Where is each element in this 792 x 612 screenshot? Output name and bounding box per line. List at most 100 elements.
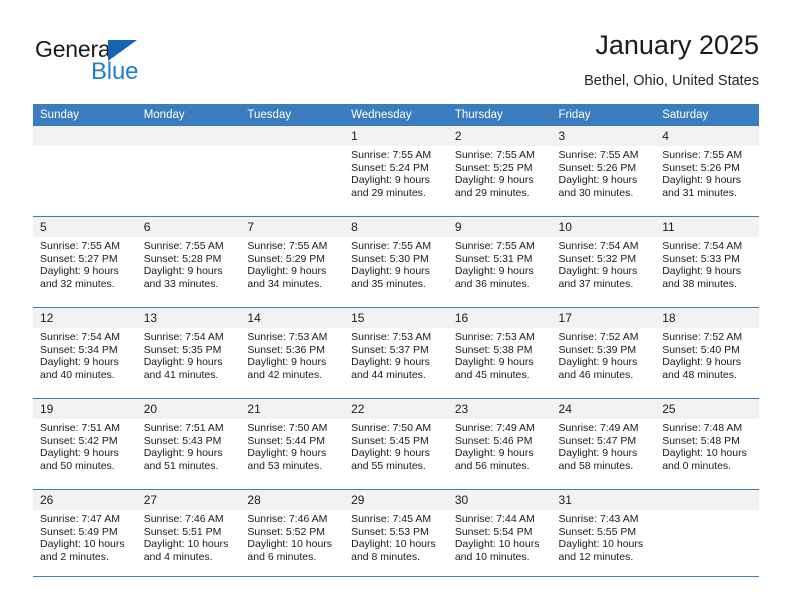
sunrise-text: Sunrise: 7:43 AM bbox=[558, 513, 639, 525]
day-sun-info: Sunrise: 7:53 AM Sunset: 5:37 PM Daylight:… bbox=[344, 328, 448, 381]
daylight-text: Daylight: 9 hours and 38 minutes. bbox=[662, 265, 742, 290]
sunrise-text: Sunrise: 7:55 AM bbox=[40, 240, 120, 252]
calendar-day-cell[interactable]: 2 Sunrise: 7:55 AM Sunset: 5:25 PM Daylight… bbox=[447, 126, 552, 217]
calendar-day-cell[interactable]: 24 Sunrise: 7:49 AM Sunset: 5:47 PM Dayligh… bbox=[551, 398, 656, 490]
calendar-day-cell[interactable]: 15 Sunrise: 7:53 AM Sunset: 5:37 PM Dayligh… bbox=[344, 307, 448, 399]
day-number: 26 bbox=[33, 490, 137, 510]
calendar-cell-inner: 12 Sunrise: 7:54 AM Sunset: 5:34 PM Dayligh… bbox=[33, 308, 137, 398]
weekday-header-tuesday: Tuesday bbox=[240, 104, 345, 126]
sunset-text: Sunset: 5:43 PM bbox=[143, 434, 222, 447]
daylight-text: Daylight: 9 hours and 48 minutes. bbox=[662, 356, 742, 381]
daylight-text: Daylight: 9 hours and 58 minutes. bbox=[558, 447, 638, 472]
calendar-cell-inner: 30 Sunrise: 7:44 AM Sunset: 5:54 PM Dayligh… bbox=[447, 490, 552, 580]
calendar-day-cell[interactable]: 10 Sunrise: 7:54 AM Sunset: 5:32 PM Dayligh… bbox=[551, 216, 656, 308]
calendar-day-cell[interactable]: 3 Sunrise: 7:55 AM Sunset: 5:26 PM Daylight… bbox=[551, 126, 656, 217]
day-number: 27 bbox=[136, 490, 241, 510]
calendar-day-cell[interactable]: 19 Sunrise: 7:51 AM Sunset: 5:42 PM Dayligh… bbox=[33, 398, 137, 490]
calendar-cell-inner: 1 Sunrise: 7:55 AM Sunset: 5:24 PM Daylight… bbox=[344, 126, 448, 216]
day-number: 2 bbox=[447, 126, 552, 146]
sunrise-text: Sunrise: 7:46 AM bbox=[143, 513, 224, 525]
day-number: 28 bbox=[240, 490, 345, 510]
calendar-cell-empty bbox=[240, 126, 345, 217]
day-number: 21 bbox=[240, 399, 345, 419]
sunset-text: Sunset: 5:32 PM bbox=[558, 252, 637, 265]
calendar-bottom-border bbox=[33, 576, 759, 577]
day-number-placeholder bbox=[240, 126, 345, 146]
calendar-day-cell[interactable]: 1 Sunrise: 7:55 AM Sunset: 5:24 PM Daylight… bbox=[344, 126, 448, 217]
sunset-text: Sunset: 5:29 PM bbox=[247, 252, 326, 265]
day-sun-info: Sunrise: 7:55 AM Sunset: 5:31 PM Daylight:… bbox=[448, 237, 552, 290]
calendar-day-cell[interactable]: 18 Sunrise: 7:52 AM Sunset: 5:40 PM Dayligh… bbox=[655, 307, 759, 399]
sunrise-text: Sunrise: 7:55 AM bbox=[558, 149, 639, 161]
sunset-text: Sunset: 5:31 PM bbox=[454, 252, 533, 265]
sunrise-text: Sunrise: 7:55 AM bbox=[143, 240, 224, 252]
calendar-day-cell[interactable]: 14 Sunrise: 7:53 AM Sunset: 5:36 PM Dayligh… bbox=[240, 307, 345, 399]
calendar-day-cell[interactable]: 8 Sunrise: 7:55 AM Sunset: 5:30 PM Daylight… bbox=[344, 216, 448, 308]
calendar-day-cell[interactable]: 25 Sunrise: 7:48 AM Sunset: 5:48 PM Dayligh… bbox=[655, 398, 759, 490]
calendar-cell-inner: 8 Sunrise: 7:55 AM Sunset: 5:30 PM Daylight… bbox=[344, 217, 448, 307]
day-sun-info: Sunrise: 7:46 AM Sunset: 5:51 PM Daylight:… bbox=[137, 510, 241, 563]
calendar-day-cell[interactable]: 11 Sunrise: 7:54 AM Sunset: 5:33 PM Dayligh… bbox=[655, 216, 759, 308]
calendar-day-cell[interactable]: 4 Sunrise: 7:55 AM Sunset: 5:26 PM Daylight… bbox=[655, 126, 759, 217]
day-number: 15 bbox=[344, 308, 448, 328]
calendar-day-cell[interactable]: 12 Sunrise: 7:54 AM Sunset: 5:34 PM Dayligh… bbox=[33, 307, 137, 399]
calendar-cell-inner: 24 Sunrise: 7:49 AM Sunset: 5:47 PM Dayligh… bbox=[551, 399, 656, 489]
calendar-day-cell[interactable]: 9 Sunrise: 7:55 AM Sunset: 5:31 PM Daylight… bbox=[447, 216, 552, 308]
calendar-day-cell[interactable]: 13 Sunrise: 7:54 AM Sunset: 5:35 PM Dayligh… bbox=[136, 307, 241, 399]
calendar-day-cell[interactable]: 16 Sunrise: 7:53 AM Sunset: 5:38 PM Dayligh… bbox=[447, 307, 552, 399]
sunset-text: Sunset: 5:55 PM bbox=[558, 525, 637, 538]
sunrise-text: Sunrise: 7:47 AM bbox=[40, 513, 120, 525]
daylight-text: Daylight: 10 hours and 4 minutes. bbox=[143, 538, 229, 563]
calendar-cell-inner: 19 Sunrise: 7:51 AM Sunset: 5:42 PM Dayligh… bbox=[33, 399, 137, 489]
calendar-cell-inner: 14 Sunrise: 7:53 AM Sunset: 5:36 PM Dayligh… bbox=[240, 308, 345, 398]
daylight-text: Daylight: 10 hours and 2 minutes. bbox=[40, 538, 125, 563]
calendar-cell-inner: 16 Sunrise: 7:53 AM Sunset: 5:38 PM Dayligh… bbox=[447, 308, 552, 398]
daylight-text: Daylight: 9 hours and 32 minutes. bbox=[40, 265, 119, 290]
day-sun-info: Sunrise: 7:55 AM Sunset: 5:30 PM Daylight:… bbox=[344, 237, 448, 290]
sunrise-text: Sunrise: 7:55 AM bbox=[454, 240, 535, 252]
day-number: 23 bbox=[447, 399, 552, 419]
calendar-day-cell[interactable]: 20 Sunrise: 7:51 AM Sunset: 5:43 PM Dayligh… bbox=[136, 398, 241, 490]
sunset-text: Sunset: 5:27 PM bbox=[40, 252, 118, 265]
daylight-text: Daylight: 10 hours and 6 minutes. bbox=[247, 538, 333, 563]
sunrise-text: Sunrise: 7:46 AM bbox=[247, 513, 328, 525]
calendar-cell-inner: 31 Sunrise: 7:43 AM Sunset: 5:55 PM Dayligh… bbox=[551, 490, 656, 580]
calendar-day-cell[interactable]: 30 Sunrise: 7:44 AM Sunset: 5:54 PM Dayligh… bbox=[447, 489, 552, 580]
day-number: 22 bbox=[344, 399, 448, 419]
calendar-day-cell[interactable]: 28 Sunrise: 7:46 AM Sunset: 5:52 PM Dayligh… bbox=[240, 489, 345, 580]
calendar-day-cell[interactable]: 22 Sunrise: 7:50 AM Sunset: 5:45 PM Dayligh… bbox=[344, 398, 448, 490]
sunset-text: Sunset: 5:45 PM bbox=[351, 434, 429, 447]
general-blue-logo[interactable]: General Blue bbox=[33, 36, 243, 92]
sunset-text: Sunset: 5:46 PM bbox=[454, 434, 533, 447]
calendar-day-cell[interactable]: 17 Sunrise: 7:52 AM Sunset: 5:39 PM Dayligh… bbox=[551, 307, 656, 399]
daylight-text: Daylight: 9 hours and 34 minutes. bbox=[247, 265, 327, 290]
day-number: 31 bbox=[551, 490, 656, 510]
calendar-day-cell[interactable]: 21 Sunrise: 7:50 AM Sunset: 5:44 PM Dayligh… bbox=[240, 398, 345, 490]
sunrise-text: Sunrise: 7:54 AM bbox=[143, 331, 224, 343]
title-block: January 2025 Bethel, Ohio, United States bbox=[584, 28, 759, 90]
calendar-cell-inner: 25 Sunrise: 7:48 AM Sunset: 5:48 PM Dayligh… bbox=[655, 399, 759, 489]
sunrise-text: Sunrise: 7:52 AM bbox=[662, 331, 743, 343]
day-sun-info: Sunrise: 7:55 AM Sunset: 5:26 PM Daylight:… bbox=[655, 146, 759, 199]
calendar-cell-inner bbox=[136, 126, 241, 216]
day-number: 13 bbox=[136, 308, 241, 328]
sunset-text: Sunset: 5:51 PM bbox=[143, 525, 222, 538]
day-number: 4 bbox=[655, 126, 759, 146]
calendar-day-cell[interactable]: 6 Sunrise: 7:55 AM Sunset: 5:28 PM Daylight… bbox=[136, 216, 241, 308]
calendar-day-cell[interactable]: 27 Sunrise: 7:46 AM Sunset: 5:51 PM Dayligh… bbox=[136, 489, 241, 580]
sunrise-text: Sunrise: 7:49 AM bbox=[558, 422, 639, 434]
calendar-day-cell[interactable]: 5 Sunrise: 7:55 AM Sunset: 5:27 PM Daylight… bbox=[33, 216, 137, 308]
sunrise-text: Sunrise: 7:53 AM bbox=[454, 331, 535, 343]
calendar-day-cell[interactable]: 29 Sunrise: 7:45 AM Sunset: 5:53 PM Dayligh… bbox=[344, 489, 448, 580]
sunset-text: Sunset: 5:38 PM bbox=[454, 343, 533, 356]
page-title: January 2025 bbox=[595, 30, 759, 60]
calendar-day-cell[interactable]: 7 Sunrise: 7:55 AM Sunset: 5:29 PM Daylight… bbox=[240, 216, 345, 308]
day-number: 16 bbox=[447, 308, 552, 328]
calendar-day-cell[interactable]: 31 Sunrise: 7:43 AM Sunset: 5:55 PM Dayligh… bbox=[551, 489, 656, 580]
calendar-body: 1 Sunrise: 7:55 AM Sunset: 5:24 PM Daylight… bbox=[33, 126, 759, 580]
day-sun-info: Sunrise: 7:48 AM Sunset: 5:48 PM Daylight:… bbox=[655, 419, 759, 472]
calendar-day-cell[interactable]: 26 Sunrise: 7:47 AM Sunset: 5:49 PM Dayligh… bbox=[33, 489, 137, 580]
calendar-day-cell[interactable]: 23 Sunrise: 7:49 AM Sunset: 5:46 PM Dayligh… bbox=[447, 398, 552, 490]
day-sun-info: Sunrise: 7:55 AM Sunset: 5:28 PM Daylight:… bbox=[137, 237, 241, 290]
calendar-cell-empty bbox=[33, 126, 137, 217]
